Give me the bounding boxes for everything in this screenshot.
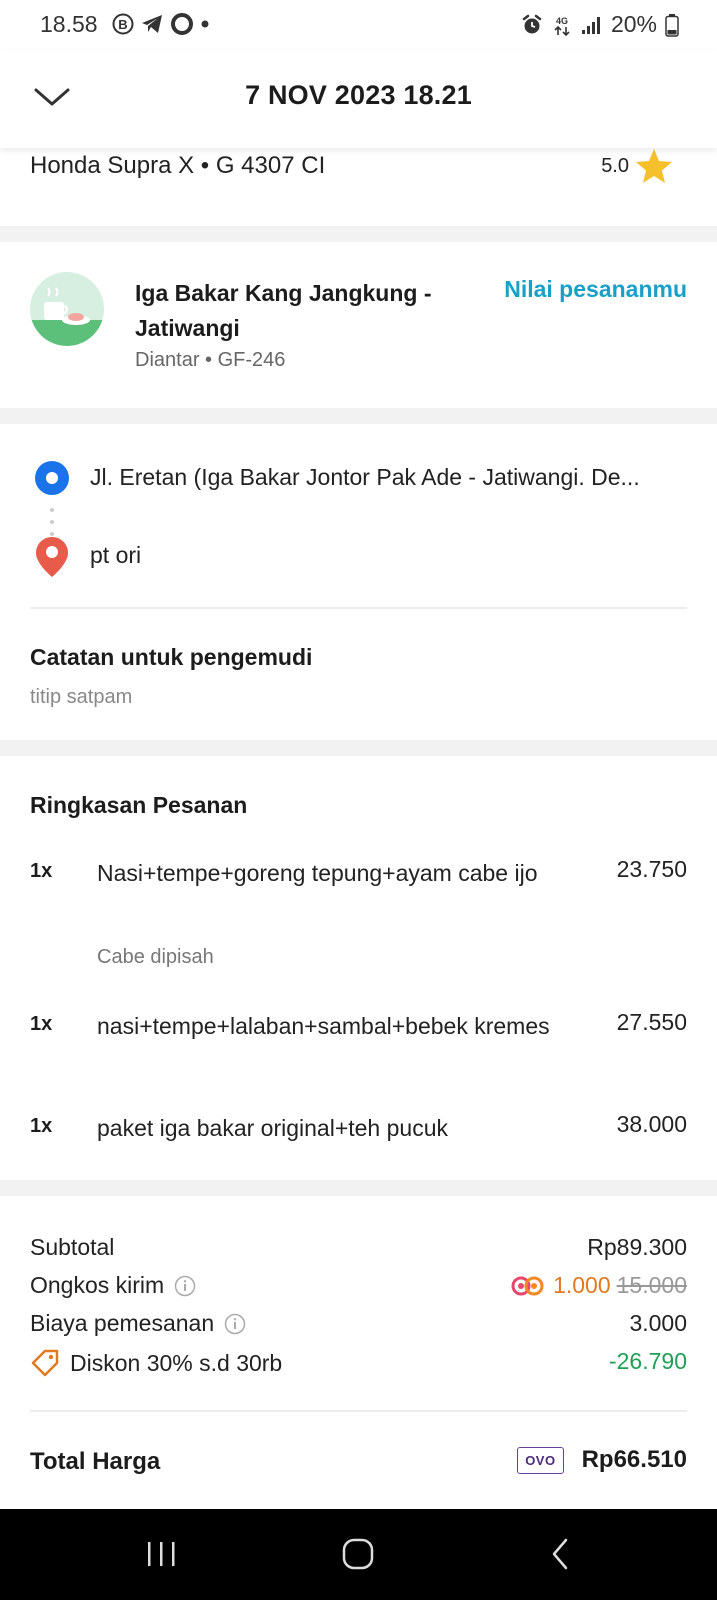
item-name: Nasi+tempe+goreng tepung+ayam cabe ijo [97, 860, 538, 886]
delivery-fee-original: 15.000 [616, 1272, 687, 1298]
item-name: paket iga bakar original+teh pucuk [97, 1115, 448, 1141]
section-divider [0, 740, 717, 756]
item-quantity: 1x [30, 1115, 53, 1137]
status-time: 18.58 [40, 11, 98, 37]
restaurant-avatar [30, 272, 104, 346]
signal-icon [581, 16, 600, 34]
divider [30, 1410, 687, 1412]
section-divider [0, 226, 717, 242]
service-fee-row: Biaya pemesanan 3.000 [30, 1310, 687, 1342]
pickup-location-icon [35, 461, 69, 495]
destination-address: pt ori [90, 542, 142, 568]
subtotal-value: Rp89.300 [587, 1234, 687, 1260]
battery-icon [665, 13, 679, 37]
restaurant-name: Iga Bakar Kang Jangkung - Jatiwangi [135, 280, 432, 341]
battery-percent: 20% [610, 11, 657, 37]
notification-icons: B [112, 12, 210, 36]
driver-notes-text: titip satpam [30, 686, 133, 708]
total-value-group: OVO Rp66.510 [517, 1446, 687, 1474]
item-price: 27.550 [616, 1009, 687, 1035]
item-price: 38.000 [616, 1111, 687, 1137]
discount-row: Diskon 30% s.d 30rb -26.790 [30, 1348, 687, 1380]
rate-order-link[interactable]: Nilai pesananmu [504, 276, 687, 303]
section-divider [0, 408, 717, 424]
page-title: 7 NOV 2023 18.21 [245, 80, 472, 110]
promo-rings-icon [511, 1276, 544, 1295]
circle-app-icon [171, 13, 193, 35]
alarm-icon [522, 14, 542, 33]
divider [30, 607, 687, 609]
total-label: Total Harga [30, 1448, 161, 1475]
service-fee-label: Biaya pemesanan [30, 1310, 215, 1336]
recent-apps-icon[interactable] [142, 1536, 182, 1572]
home-icon[interactable] [338, 1536, 378, 1572]
status-bar: 18.58 B 4G 20% [0, 0, 717, 50]
info-icon[interactable] [174, 1275, 196, 1297]
delivery-fee-label: Ongkos kirim [30, 1272, 165, 1298]
service-fee-label-group: Biaya pemesanan [30, 1310, 246, 1337]
driver-notes-title: Catatan untuk pengemudi [30, 644, 313, 670]
system-nav-bar [0, 1509, 717, 1600]
price-breakdown: Subtotal Rp89.300 Ongkos kirim 1.000 15.… [0, 1196, 717, 1508]
info-icon[interactable] [224, 1313, 246, 1335]
delivery-fee-discounted: 1.000 [553, 1272, 611, 1298]
back-icon[interactable] [542, 1536, 582, 1572]
section-divider [0, 1180, 717, 1196]
vehicle-info: Honda Supra X • G 4307 CI [30, 152, 326, 179]
delivery-fee-label-group: Ongkos kirim [30, 1272, 196, 1299]
delivery-fee-row: Ongkos kirim 1.000 15.000 [30, 1272, 687, 1304]
restaurant-card: Iga Bakar Kang Jangkung - Jatiwangi Dian… [0, 242, 717, 408]
item-price: 23.750 [616, 856, 687, 882]
telegram-icon [142, 15, 162, 33]
item-quantity: 1x [30, 860, 53, 882]
item-quantity: 1x [30, 1013, 53, 1035]
driver-rating: 5.0 [601, 148, 673, 184]
status-right: 4G 20% [521, 11, 679, 38]
discount-value: -26.790 [608, 1348, 687, 1374]
route-section: Jl. Eretan (Iga Bakar Jontor Pak Ade - J… [0, 424, 717, 740]
item-name: nasi+tempe+lalaban+sambal+bebek kremes [97, 1013, 550, 1039]
discount-label: Diskon 30% s.d 30rb [70, 1349, 283, 1376]
delivery-fee-value-group: 1.000 15.000 [509, 1272, 687, 1299]
item-note: Cabe dipisah [97, 946, 214, 968]
payment-method-badge: OVO [517, 1446, 564, 1474]
star-icon [636, 149, 672, 183]
restaurant-subtitle: Diantar • GF-246 [135, 349, 286, 371]
food-illustration-icon [30, 272, 104, 346]
discount-label-group: Diskon 30% s.d 30rb [30, 1348, 282, 1378]
svg-text:4G: 4G [556, 16, 568, 26]
subtotal-label: Subtotal [30, 1234, 115, 1260]
rating-value: 5.0 [601, 154, 629, 177]
total-value: Rp66.510 [581, 1446, 687, 1473]
more-notifications-dot-icon [201, 20, 209, 28]
svg-text:B: B [118, 17, 127, 32]
subtotal-row: Subtotal Rp89.300 [30, 1234, 687, 1266]
pickup-address: Jl. Eretan (Iga Bakar Jontor Pak Ade - J… [90, 464, 640, 490]
destination-pin-icon [36, 537, 68, 577]
discount-tag-icon [31, 1349, 59, 1377]
header: 7 NOV 2023 18.21 [0, 50, 717, 148]
service-fee-value: 3.000 [629, 1310, 687, 1336]
driver-info: Honda Supra X • G 4307 CI 5.0 [0, 148, 717, 226]
order-summary-title: Ringkasan Pesanan [30, 792, 248, 818]
b-app-icon: B [112, 13, 134, 35]
network-4g-icon: 4G [554, 16, 570, 36]
order-summary: Ringkasan Pesanan 1x Nasi+tempe+goreng t… [0, 756, 717, 1180]
